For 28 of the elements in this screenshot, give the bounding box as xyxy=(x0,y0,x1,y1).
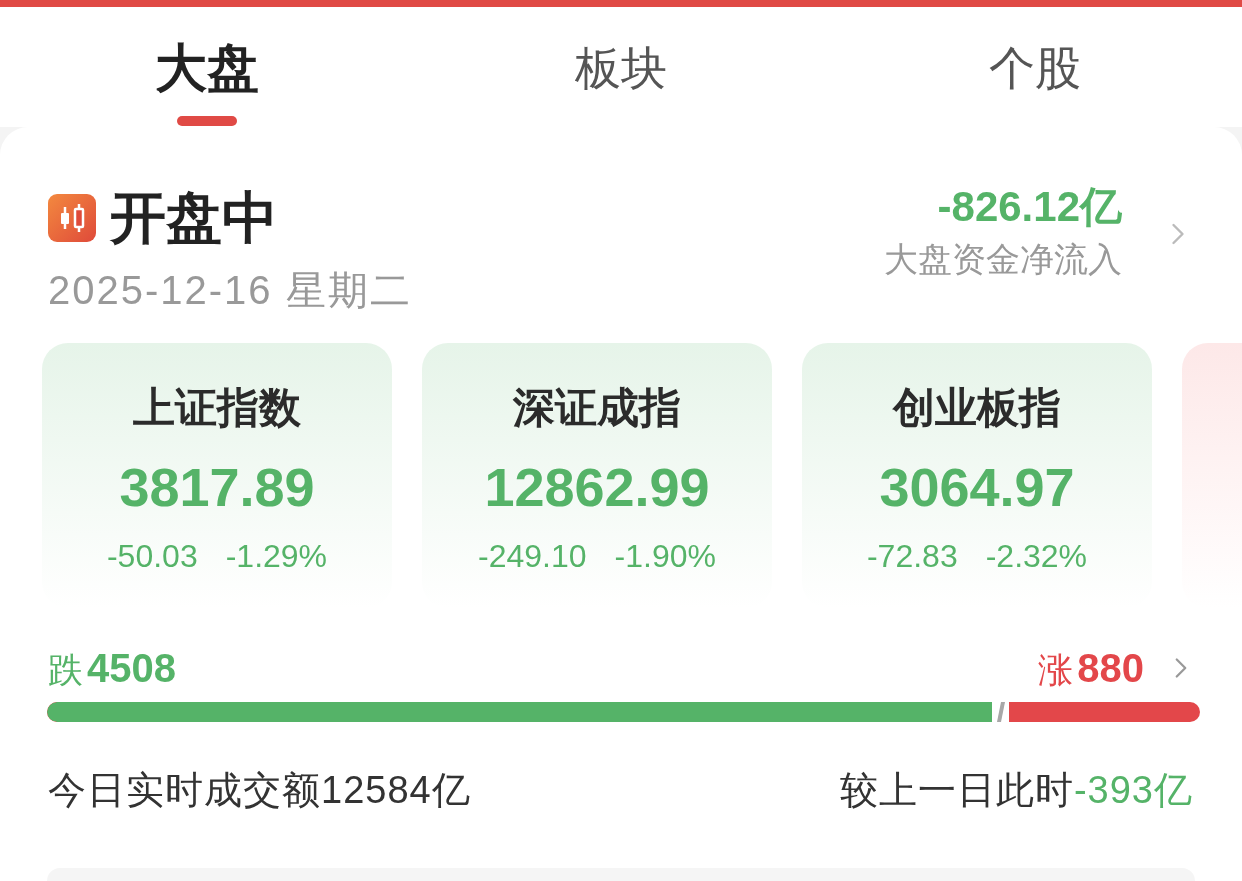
index-name: 创业板指 xyxy=(893,383,1061,433)
fall-count: 4508 xyxy=(87,645,176,692)
market-status: 开盘中 xyxy=(110,188,278,248)
net-inflow-value: -826.12亿 xyxy=(937,184,1122,230)
tab[interactable]: 个股 xyxy=(989,40,1081,96)
tab[interactable]: 板块 xyxy=(575,40,667,96)
rise-count: 880 xyxy=(1077,645,1144,692)
index-change: -72.83 xyxy=(866,537,958,576)
compare-value: -393亿 xyxy=(1073,768,1193,812)
index-value: 3064.97 xyxy=(879,456,1075,519)
active-tab-indicator xyxy=(177,116,237,126)
rise-label: 涨 xyxy=(1038,649,1074,691)
index-value: 12862.99 xyxy=(484,456,710,519)
index-percent: -1.90% xyxy=(614,537,716,576)
candlestick-icon xyxy=(48,194,96,242)
compare-label: 较上一日此时 xyxy=(839,768,1074,812)
index-value: 3817.89 xyxy=(119,456,315,519)
tab[interactable]: 大盘 xyxy=(155,40,259,126)
index-name: 上证指数 xyxy=(133,383,301,433)
index-percent: -2.32% xyxy=(985,537,1088,576)
turnover-text: 今日实时成交额12584亿 xyxy=(48,768,471,812)
index-change: -249.10 xyxy=(478,537,587,576)
net-inflow-label: 大盘资金净流入 xyxy=(884,239,1122,280)
index-percent: -1.29% xyxy=(225,537,328,576)
fall-label: 跌 xyxy=(48,649,83,691)
index-name: 深证成指 xyxy=(513,383,681,433)
index-change: -50.03 xyxy=(106,537,198,576)
market-date: 2025-12-16 星期二 xyxy=(48,267,412,313)
